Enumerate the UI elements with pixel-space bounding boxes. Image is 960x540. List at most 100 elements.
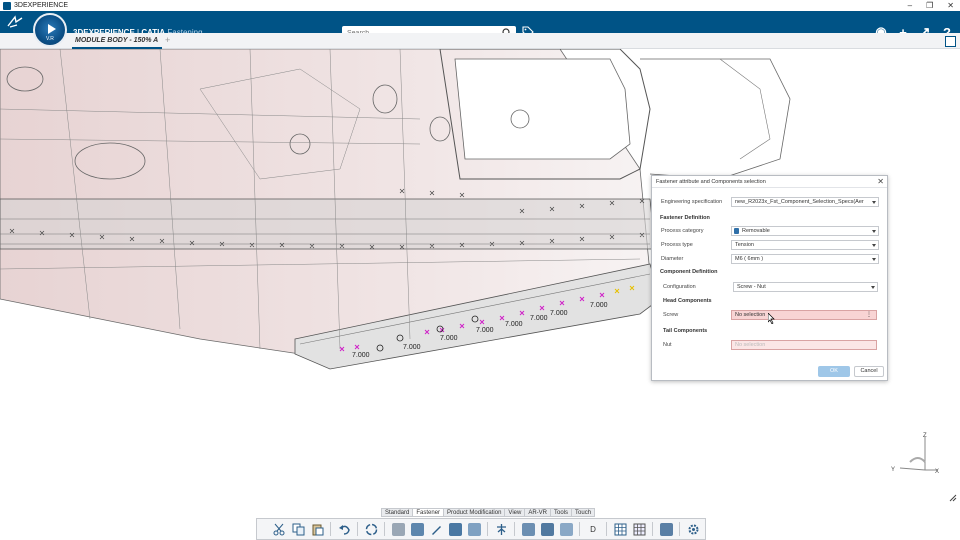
os-window-title: 3DEXPERIENCE <box>14 2 69 9</box>
diameter-value: M6 ( 6mm ) <box>735 256 764 262</box>
dimension-label: 7.000 <box>530 315 548 322</box>
d-icon[interactable]: D <box>585 521 601 537</box>
add-tab-button[interactable]: + <box>165 35 170 45</box>
window-controls: – ❐ ✕ <box>908 0 954 11</box>
table-icon[interactable] <box>612 521 628 537</box>
toolbar-separator <box>579 522 580 536</box>
tab-module-body[interactable]: MODULE BODY - 150% A <box>72 33 162 49</box>
toolbar-separator <box>514 522 515 536</box>
restore-icon[interactable]: ❐ <box>926 0 933 11</box>
configuration-select[interactable]: Screw - Nut <box>733 282 878 292</box>
cut-icon[interactable] <box>271 521 287 537</box>
copy-icon[interactable] <box>290 521 306 537</box>
process-type-label: Process type <box>661 242 693 248</box>
tab-standard[interactable]: Standard <box>382 509 414 516</box>
fastener-check-icon[interactable] <box>466 521 482 537</box>
group-icon[interactable] <box>520 521 536 537</box>
pencil-icon[interactable] <box>428 521 444 537</box>
tab-view[interactable]: View <box>505 509 526 516</box>
grid-icon[interactable] <box>631 521 647 537</box>
chevron-down-icon <box>872 244 876 247</box>
action-bar-tabs: Standard Fastener Product Modification V… <box>381 508 596 517</box>
configuration-row: Configuration <box>663 282 733 292</box>
process-type-select[interactable]: Tension <box>731 240 879 250</box>
chevron-down-icon <box>872 258 876 261</box>
diameter-select[interactable]: M6 ( 6mm ) <box>731 254 879 264</box>
process-category-select[interactable]: Removable <box>731 226 879 236</box>
tab-ar-vr[interactable]: AR-VR <box>525 509 551 516</box>
screw-selection-field[interactable]: No selection ⋮ <box>731 310 877 320</box>
fullscreen-icon[interactable] <box>945 36 956 47</box>
tab-bar: MODULE BODY - 150% A + <box>0 33 960 49</box>
dassault-logo-icon <box>7 15 23 28</box>
process-category-row: Process category <box>661 226 731 236</box>
screw-label: Screw <box>663 312 679 318</box>
compass-widget[interactable]: V.R <box>33 13 67 47</box>
fastener-set-icon[interactable] <box>447 521 463 537</box>
os-title-bar: 3DEXPERIENCE – ❐ ✕ <box>0 0 960 11</box>
nut-selection-field: No selection <box>731 340 877 350</box>
update-icon[interactable] <box>363 521 379 537</box>
dimension-label: 7.000 <box>476 327 494 334</box>
process-category-value: Removable <box>742 228 770 234</box>
axis-triad[interactable]: Z Y X <box>890 432 940 476</box>
play-icon <box>48 24 56 34</box>
undo-icon[interactable] <box>336 521 352 537</box>
process-type-row: Process type <box>661 240 731 250</box>
chevron-down-icon <box>871 286 875 289</box>
fastener-point-icon[interactable] <box>409 521 425 537</box>
fastener-dialog: Fastener attribute and Components select… <box>651 175 888 381</box>
axis-z-label: Z <box>923 433 927 439</box>
align-icon[interactable] <box>558 521 574 537</box>
tab-fastener[interactable]: Fastener <box>413 509 445 516</box>
nut-row: Nut <box>663 340 733 350</box>
tab-touch[interactable]: Touch <box>572 509 594 516</box>
process-type-value: Tension <box>735 242 754 248</box>
paste-icon[interactable] <box>309 521 325 537</box>
fastener-icon[interactable] <box>390 521 406 537</box>
cancel-button[interactable]: Cancel <box>854 366 884 377</box>
split-icon[interactable] <box>539 521 555 537</box>
close-icon[interactable]: ✕ <box>947 0 954 11</box>
settings-icon[interactable] <box>685 521 701 537</box>
app-logo-icon <box>3 1 11 10</box>
component-definition-heading: Component Definition <box>660 269 718 275</box>
diameter-row: Diameter <box>661 254 731 264</box>
dimension-label: 7.000 <box>590 302 608 309</box>
diameter-label: Diameter <box>661 256 684 262</box>
axis-x-label: X <box>935 469 939 475</box>
tab-tools[interactable]: Tools <box>551 509 573 516</box>
nut-label: Nut <box>663 342 672 348</box>
mouse-cursor-icon <box>768 313 775 324</box>
dimension-label: 7.000 <box>440 335 458 342</box>
minimize-icon[interactable]: – <box>908 0 912 11</box>
nut-value: No selection <box>735 342 766 348</box>
screw-value: No selection <box>735 312 766 318</box>
engineering-spec-label: Engineering specification <box>661 199 723 205</box>
engineering-spec-select[interactable]: new_R2023x_Fst_Component_Selection_Specs… <box>731 197 879 207</box>
fastener-definition-heading: Fastener Definition <box>660 215 710 221</box>
action-bar: D <box>256 518 706 540</box>
toolbar-separator <box>330 522 331 536</box>
toolbar-separator <box>487 522 488 536</box>
ok-button[interactable]: OK <box>818 366 850 377</box>
tail-components-heading: Tail Components <box>663 328 708 334</box>
engineering-spec-value: new_R2023x_Fst_Component_Selection_Specs… <box>735 199 864 205</box>
configuration-value: Screw - Nut <box>737 284 766 290</box>
resize-handle-icon[interactable] <box>949 494 957 502</box>
toolbar-separator <box>357 522 358 536</box>
toolbar-separator <box>606 522 607 536</box>
dialog-close-icon[interactable]: ✕ <box>877 176 884 188</box>
axis-y-label: Y <box>891 467 895 473</box>
dimension-label: 7.000 <box>505 321 523 328</box>
app-header: 3DEXPERIENCE | CATIA Fastening ◉ + ↗ ? <box>0 11 960 41</box>
dialog-title-bar: Fastener attribute and Components select… <box>652 176 887 188</box>
process-category-label: Process category <box>661 228 704 234</box>
pin-icon[interactable] <box>493 521 509 537</box>
engineering-spec-row: Engineering specification <box>661 197 731 207</box>
toolbar-separator <box>652 522 653 536</box>
tab-product-modification[interactable]: Product Modification <box>444 509 506 516</box>
tree-icon[interactable] <box>658 521 674 537</box>
dialog-title: Fastener attribute and Components select… <box>656 179 766 185</box>
more-options-icon[interactable]: ⋮ <box>866 311 872 319</box>
